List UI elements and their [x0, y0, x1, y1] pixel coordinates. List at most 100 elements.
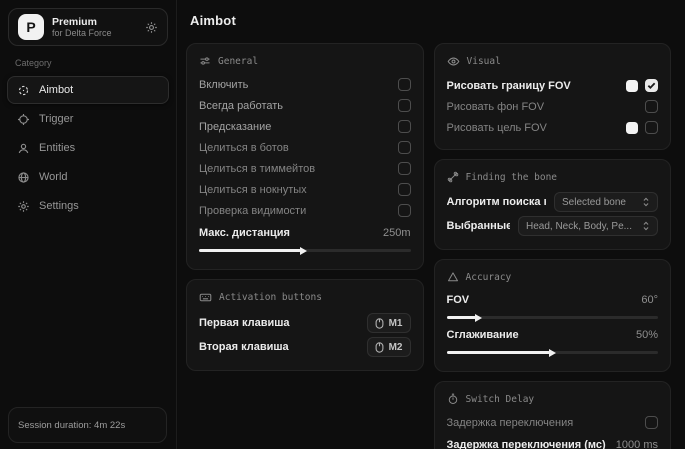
select-row: Алгоритм поиска кости Selected bone	[447, 190, 659, 214]
page-title: Aimbot	[178, 0, 685, 28]
slider-label: Задержка переключения (мс)	[447, 439, 606, 449]
select-value: Selected bone	[562, 197, 626, 208]
setting-row: Задержка переключения	[447, 412, 659, 433]
finding-bone-card: Finding the bone Алгоритм поиска кости S…	[434, 159, 672, 250]
color-swatch[interactable]	[626, 80, 638, 92]
accuracy-card: Accuracy FOV 60° Сглаживание 50%	[434, 259, 672, 372]
setting-row: Проверка видимости	[199, 200, 411, 221]
keybind-button-secondary[interactable]: M2	[367, 337, 411, 357]
setting-label: Предсказание	[199, 121, 271, 133]
slider-label: Сглаживание	[447, 329, 519, 341]
slider-label: FOV	[447, 294, 470, 306]
card-title: Accuracy	[466, 272, 512, 283]
mouse-icon	[375, 318, 384, 329]
keybind-button-primary[interactable]: M1	[367, 313, 411, 333]
setting-row: Включить	[199, 74, 411, 95]
main-content: Aimbot General Включить	[178, 0, 685, 449]
eye-icon	[447, 55, 460, 68]
unfold-icon	[642, 221, 650, 231]
checkbox[interactable]	[398, 120, 411, 133]
checkbox[interactable]	[645, 416, 658, 429]
setting-label: Целиться в ботов	[199, 142, 289, 154]
selected-bones-select[interactable]: Head, Neck, Body, Pe...	[518, 216, 658, 236]
session-duration: Session duration: 4m 22s	[8, 407, 167, 443]
timer-icon	[447, 393, 459, 405]
sidebar-item-aimbot[interactable]: Aimbot	[7, 76, 169, 104]
bone-algorithm-select[interactable]: Selected bone	[554, 192, 658, 212]
sidebar-item-label: Aimbot	[39, 84, 73, 96]
setting-label: Рисовать цель FOV	[447, 122, 547, 134]
sidebar: P Premium for Delta Force Category Aimbo…	[0, 0, 177, 449]
sidebar-nav: Aimbot Trigger Entities	[0, 76, 176, 220]
slider-value: 250m	[383, 227, 411, 239]
slider-value: 50%	[636, 329, 658, 341]
select-value: Head, Neck, Body, Pe...	[526, 221, 632, 232]
sidebar-item-label: World	[39, 171, 68, 183]
keybind-row: Первая клавиша M1	[199, 311, 411, 335]
max-distance-slider[interactable]	[199, 249, 411, 252]
card-title: Visual	[467, 56, 501, 67]
checkbox[interactable]	[645, 100, 658, 113]
checkbox[interactable]	[398, 99, 411, 112]
premium-subtitle: for Delta Force	[52, 28, 137, 38]
triangle-icon	[447, 271, 459, 283]
premium-card: P Premium for Delta Force	[8, 8, 168, 46]
color-swatch[interactable]	[626, 122, 638, 134]
unfold-icon	[642, 197, 650, 207]
gear-icon[interactable]	[145, 21, 158, 34]
sidebar-item-label: Trigger	[39, 113, 73, 125]
sidebar-item-trigger[interactable]: Trigger	[7, 105, 169, 133]
keybind-label: Вторая клавиша	[199, 341, 289, 353]
checkbox[interactable]	[645, 121, 658, 134]
fov-slider[interactable]	[447, 316, 659, 319]
session-duration-text: Session duration: 4m 22s	[18, 420, 125, 431]
setting-label: Проверка видимости	[199, 205, 306, 217]
visual-card: Visual Рисовать границу FOV Рисовать фон…	[434, 43, 672, 150]
setting-label: Рисовать фон FOV	[447, 101, 545, 113]
sidebar-item-label: Entities	[39, 142, 75, 154]
setting-label: Включить	[199, 79, 248, 91]
checkbox[interactable]	[398, 141, 411, 154]
checkbox[interactable]	[645, 79, 658, 92]
keybind-value: M1	[389, 318, 403, 329]
slider-label: Макс. дистанция	[199, 227, 290, 239]
sidebar-item-entities[interactable]: Entities	[7, 134, 169, 162]
setting-row: Рисовать цель FOV	[447, 117, 659, 138]
setting-label: Задержка переключения	[447, 417, 574, 429]
card-title: General	[218, 56, 258, 67]
sidebar-item-settings[interactable]: Settings	[7, 192, 169, 220]
setting-row: Рисовать фон FOV	[447, 96, 659, 117]
crosshair-icon	[17, 84, 30, 97]
setting-label: Рисовать границу FOV	[447, 80, 571, 92]
setting-label: Всегда работать	[199, 100, 283, 112]
sidebar-item-label: Settings	[39, 200, 79, 212]
sliders-icon	[199, 55, 211, 67]
card-title: Finding the bone	[466, 172, 558, 183]
premium-title: Premium	[52, 16, 137, 28]
select-row: Выбранные кости Head, Neck, Body, Pe...	[447, 214, 659, 238]
keyboard-icon	[199, 291, 212, 304]
checkbox[interactable]	[398, 204, 411, 217]
slider-value: 1000 ms	[616, 439, 658, 449]
setting-label: Целиться в нокнутых	[199, 184, 307, 196]
smoothing-slider[interactable]	[447, 351, 659, 354]
checkbox[interactable]	[398, 162, 411, 175]
setting-row: Всегда работать	[199, 95, 411, 116]
keybind-label: Первая клавиша	[199, 317, 290, 329]
general-card: General Включить Всегда работать Предска…	[186, 43, 424, 270]
sidebar-item-world[interactable]: World	[7, 163, 169, 191]
category-label: Category	[15, 58, 176, 68]
activation-buttons-card: Activation buttons Первая клавиша M1	[186, 279, 424, 371]
settings-gear-icon	[17, 200, 30, 213]
checkbox[interactable]	[398, 78, 411, 91]
setting-row: Целиться в ботов	[199, 137, 411, 158]
keybind-value: M2	[389, 342, 403, 353]
slider-value: 60°	[641, 294, 658, 306]
globe-icon	[17, 171, 30, 184]
mouse-icon	[375, 342, 384, 353]
setting-row: Предсказание	[199, 116, 411, 137]
checkbox[interactable]	[398, 183, 411, 196]
setting-row: Целиться в нокнутых	[199, 179, 411, 200]
switch-delay-card: Switch Delay Задержка переключения Задер…	[434, 381, 672, 449]
card-title: Switch Delay	[466, 394, 535, 405]
